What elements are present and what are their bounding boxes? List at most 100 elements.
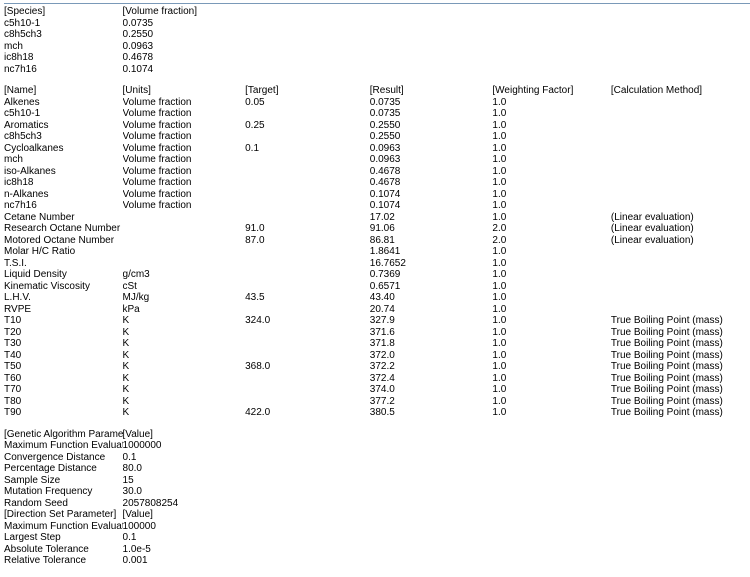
targets-row: AromaticsVolume fraction0.250.25501.0	[4, 120, 750, 132]
species-vf: 0.0963	[123, 41, 246, 53]
pad	[492, 64, 611, 76]
species-row: nc7h160.1074	[4, 64, 750, 76]
target-target: 0.05	[245, 97, 370, 109]
target-method: True Boiling Point (mass)	[611, 327, 750, 339]
species-name: ic8h18	[4, 52, 123, 64]
target-wf: 1.0	[492, 120, 611, 132]
target-method	[611, 200, 750, 212]
target-units: K	[123, 384, 246, 396]
targets-row: T70K374.01.0True Boiling Point (mass)	[4, 384, 750, 396]
target-target	[245, 246, 370, 258]
pad	[492, 452, 611, 464]
targets-row: AlkenesVolume fraction0.050.07351.0	[4, 97, 750, 109]
pad	[245, 41, 370, 53]
targets-row: nc7h16Volume fraction0.10741.0	[4, 200, 750, 212]
pad	[492, 532, 611, 544]
target-units: Volume fraction	[123, 166, 246, 178]
species-name: c5h10-1	[4, 18, 123, 30]
target-wf: 1.0	[492, 396, 611, 408]
species-row: ic8h180.4678	[4, 52, 750, 64]
target-units: K	[123, 338, 246, 350]
target-wf: 1.0	[492, 200, 611, 212]
pad	[370, 29, 493, 41]
targets-row: iso-AlkanesVolume fraction0.46781.0	[4, 166, 750, 178]
targets-row: T30K371.81.0True Boiling Point (mass)	[4, 338, 750, 350]
ga-row: Mutation Frequency30.0	[4, 486, 750, 498]
target-target: 0.1	[245, 143, 370, 155]
target-units	[123, 212, 246, 224]
pad	[370, 521, 493, 533]
target-result: 0.0963	[370, 154, 493, 166]
ga-value: 80.0	[123, 463, 246, 475]
target-result: 0.4678	[370, 166, 493, 178]
ga-name: Sample Size	[4, 475, 123, 487]
species-table: [Species][Volume fraction]c5h10-10.0735c…	[4, 6, 750, 75]
target-method: True Boiling Point (mass)	[611, 407, 750, 419]
pad	[370, 555, 493, 567]
pad	[492, 486, 611, 498]
target-result: 0.0735	[370, 108, 493, 120]
ds-value: 100000	[123, 521, 246, 533]
target-name: T50	[4, 361, 123, 373]
pad	[245, 29, 370, 41]
pad	[370, 509, 493, 521]
pad	[611, 440, 750, 452]
targets-row: Cetane Number17.021.0(Linear evaluation)	[4, 212, 750, 224]
target-result: 16.7652	[370, 258, 493, 270]
target-result: 0.1074	[370, 200, 493, 212]
target-name: T10	[4, 315, 123, 327]
ds-row: Relative Tolerance0.001	[4, 555, 750, 567]
target-wf: 1.0	[492, 304, 611, 316]
targets-row: L.H.V.MJ/kg43.543.401.0	[4, 292, 750, 304]
target-name: T.S.I.	[4, 258, 123, 270]
species-vf: 0.2550	[123, 29, 246, 41]
target-method	[611, 281, 750, 293]
col-ga-param: [Genetic Algorithm Parameter]	[4, 429, 123, 441]
target-target	[245, 166, 370, 178]
target-wf: 1.0	[492, 384, 611, 396]
ga-name: Percentage Distance	[4, 463, 123, 475]
target-wf: 1.0	[492, 281, 611, 293]
target-method: True Boiling Point (mass)	[611, 338, 750, 350]
target-result: 372.4	[370, 373, 493, 385]
target-method	[611, 108, 750, 120]
target-method	[611, 189, 750, 201]
target-wf: 2.0	[492, 223, 611, 235]
target-method	[611, 143, 750, 155]
target-units: Volume fraction	[123, 131, 246, 143]
species-name: c8h5ch3	[4, 29, 123, 41]
targets-row: c5h10-1Volume fraction0.07351.0	[4, 108, 750, 120]
pad	[611, 452, 750, 464]
pad	[245, 440, 370, 452]
species-row: c5h10-10.0735	[4, 18, 750, 30]
target-name: T60	[4, 373, 123, 385]
target-result: 86.81	[370, 235, 493, 247]
ga-name: Convergence Distance	[4, 452, 123, 464]
ga-row: Maximum Function Evaluations1000000	[4, 440, 750, 452]
target-wf: 1.0	[492, 108, 611, 120]
pad	[611, 463, 750, 475]
target-target: 43.5	[245, 292, 370, 304]
pad	[492, 498, 611, 510]
target-result: 371.8	[370, 338, 493, 350]
ga-value: 0.1	[123, 452, 246, 464]
col-volume-fraction: [Volume fraction]	[123, 6, 246, 18]
col-3: [Result]	[370, 85, 493, 97]
pad	[370, 64, 493, 76]
targets-row: T10K324.0327.91.0True Boiling Point (mas…	[4, 315, 750, 327]
pad	[245, 498, 370, 510]
target-target: 91.0	[245, 223, 370, 235]
species-row: c8h5ch30.2550	[4, 29, 750, 41]
pad	[370, 544, 493, 556]
targets-row: T50K368.0372.21.0True Boiling Point (mas…	[4, 361, 750, 373]
pad	[611, 64, 750, 76]
target-name: Cycloalkanes	[4, 143, 123, 155]
ga-value: 2057808254	[123, 498, 246, 510]
pad	[611, 29, 750, 41]
pad	[245, 486, 370, 498]
targets-row: T60K372.41.0True Boiling Point (mass)	[4, 373, 750, 385]
target-method	[611, 246, 750, 258]
ga-value: 30.0	[123, 486, 246, 498]
target-name: Motored Octane Number	[4, 235, 123, 247]
species-row: mch0.0963	[4, 41, 750, 53]
